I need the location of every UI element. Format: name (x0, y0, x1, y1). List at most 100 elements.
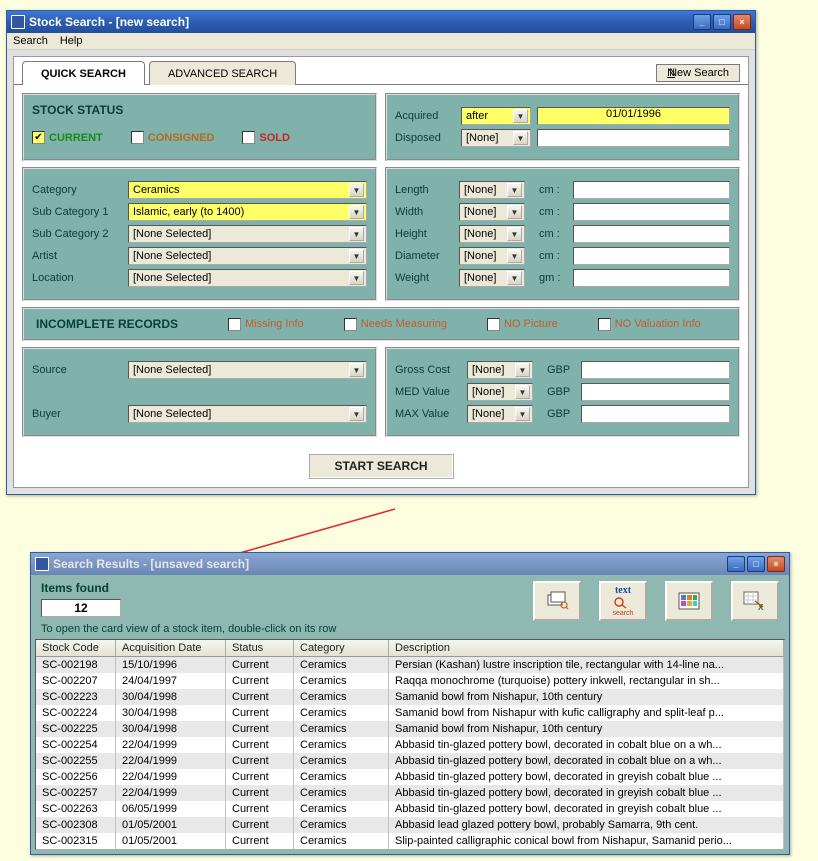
table-row[interactable]: SC-00225522/04/1999CurrentCeramicsAbbasi… (36, 753, 784, 769)
menu-help[interactable]: Help (60, 35, 83, 47)
sold-checkbox[interactable] (242, 131, 255, 144)
stock-search-window: Stock Search - [new search] _ □ × Search… (6, 10, 756, 495)
chevron-down-icon[interactable]: ▼ (507, 205, 522, 219)
location-combo[interactable]: [None Selected]▼ (128, 269, 367, 287)
results-titlebar[interactable]: Search Results - [unsaved search] _ □ × (31, 553, 789, 575)
table-row[interactable]: SC-00230801/05/2001CurrentCeramicsAbbasi… (36, 817, 784, 833)
cell-category: Ceramics (294, 737, 389, 753)
col-stock-code[interactable]: Stock Code (36, 640, 116, 656)
gross-cost-combo[interactable]: [None]▼ (467, 361, 533, 379)
table-row[interactable]: SC-00222330/04/1998CurrentCeramicsSamani… (36, 689, 784, 705)
col-status[interactable]: Status (226, 640, 294, 656)
max-value-combo[interactable]: [None]▼ (467, 405, 533, 423)
tab-quick-search[interactable]: QUICK SEARCH (22, 61, 145, 85)
needs-measuring-checkbox[interactable] (344, 318, 357, 331)
subcat2-combo[interactable]: [None Selected]▼ (128, 225, 367, 243)
results-grid[interactable]: Stock Code Acquisition Date Status Categ… (35, 639, 785, 850)
chevron-down-icon[interactable]: ▼ (507, 183, 522, 197)
buyer-combo[interactable]: [None Selected]▼ (128, 405, 367, 423)
table-row[interactable]: SC-00225422/04/1999CurrentCeramicsAbbasi… (36, 737, 784, 753)
height-input[interactable] (573, 225, 730, 243)
med-value-combo[interactable]: [None]▼ (467, 383, 533, 401)
height-combo[interactable]: [None]▼ (459, 225, 525, 243)
no-valuation-checkbox[interactable] (598, 318, 611, 331)
consigned-checkbox[interactable] (131, 131, 144, 144)
new-search-button[interactable]: NNew Search (656, 64, 740, 82)
table-row[interactable]: SC-00226306/05/1999CurrentCeramicsAbbasi… (36, 801, 784, 817)
cell-status: Current (226, 689, 294, 705)
chevron-down-icon[interactable]: ▼ (349, 205, 364, 219)
length-combo[interactable]: [None]▼ (459, 181, 525, 199)
col-category[interactable]: Category (294, 640, 389, 656)
grid-icon (677, 591, 701, 611)
acquired-mode-combo[interactable]: after▼ (461, 107, 531, 125)
missing-info-checkbox[interactable] (228, 318, 241, 331)
tool-text-search-button[interactable]: text search (599, 581, 647, 621)
start-search-button[interactable]: START SEARCH (308, 453, 453, 479)
length-input[interactable] (573, 181, 730, 199)
cell-description: Samanid bowl from Nishapur with kufic ca… (389, 705, 784, 721)
disposed-mode-combo[interactable]: [None]▼ (461, 129, 531, 147)
col-description[interactable]: Description (389, 640, 784, 656)
results-maximize-button[interactable]: □ (747, 556, 765, 572)
table-row[interactable]: SC-00225722/04/1999CurrentCeramicsAbbasi… (36, 785, 784, 801)
maximize-button[interactable]: □ (713, 14, 731, 30)
subcat1-combo[interactable]: Islamic, early (to 1400)▼ (128, 203, 367, 221)
cell-date: 22/04/1999 (116, 737, 226, 753)
diameter-combo[interactable]: [None]▼ (459, 247, 525, 265)
width-combo[interactable]: [None]▼ (459, 203, 525, 221)
length-label: Length (395, 184, 453, 196)
cell-code: SC-002308 (36, 817, 116, 833)
chevron-down-icon[interactable]: ▼ (349, 407, 364, 421)
chevron-down-icon[interactable]: ▼ (349, 271, 364, 285)
table-row[interactable]: SC-00225622/04/1999CurrentCeramicsAbbasi… (36, 769, 784, 785)
chevron-down-icon[interactable]: ▼ (349, 183, 364, 197)
tool-export-excel-button[interactable]: X (731, 581, 779, 621)
table-row[interactable]: SC-00220724/04/1997CurrentCeramicsRaqqa … (36, 673, 784, 689)
diameter-label: Diameter (395, 250, 453, 262)
max-value-input[interactable] (581, 405, 730, 423)
chevron-down-icon[interactable]: ▼ (349, 363, 364, 377)
col-acquisition-date[interactable]: Acquisition Date (116, 640, 226, 656)
menu-search[interactable]: Search (13, 35, 48, 47)
results-minimize-button[interactable]: _ (727, 556, 745, 572)
diameter-input[interactable] (573, 247, 730, 265)
consigned-label: CONSIGNED (148, 132, 215, 144)
tab-advanced-search[interactable]: ADVANCED SEARCH (149, 61, 296, 85)
cell-category: Ceramics (294, 753, 389, 769)
chevron-down-icon[interactable]: ▼ (349, 227, 364, 241)
acquired-date-input[interactable]: 01/01/1996 (537, 107, 730, 125)
results-close-button[interactable]: × (767, 556, 785, 572)
source-combo[interactable]: [None Selected]▼ (128, 361, 367, 379)
chevron-down-icon[interactable]: ▼ (515, 407, 530, 421)
no-picture-checkbox[interactable] (487, 318, 500, 331)
close-button[interactable]: × (733, 14, 751, 30)
category-combo[interactable]: Ceramics▼ (128, 181, 367, 199)
table-row[interactable]: SC-00231501/05/2001CurrentCeramicsSlip-p… (36, 833, 784, 849)
gross-cost-input[interactable] (581, 361, 730, 379)
tool-cards-button[interactable] (533, 581, 581, 621)
search-titlebar[interactable]: Stock Search - [new search] _ □ × (7, 11, 755, 33)
chevron-down-icon[interactable]: ▼ (513, 131, 528, 145)
minimize-button[interactable]: _ (693, 14, 711, 30)
disposed-date-input[interactable] (537, 129, 730, 147)
cell-code: SC-002225 (36, 721, 116, 737)
table-row[interactable]: SC-00219815/10/1996CurrentCeramicsPersia… (36, 657, 784, 673)
chevron-down-icon[interactable]: ▼ (507, 227, 522, 241)
chevron-down-icon[interactable]: ▼ (513, 109, 528, 123)
chevron-down-icon[interactable]: ▼ (349, 249, 364, 263)
chevron-down-icon[interactable]: ▼ (515, 363, 530, 377)
weight-input[interactable] (573, 269, 730, 287)
current-checkbox[interactable]: ✔ (32, 131, 45, 144)
width-label: Width (395, 206, 453, 218)
tool-grid-button[interactable] (665, 581, 713, 621)
chevron-down-icon[interactable]: ▼ (507, 271, 522, 285)
table-row[interactable]: SC-00222430/04/1998CurrentCeramicsSamani… (36, 705, 784, 721)
width-input[interactable] (573, 203, 730, 221)
med-value-input[interactable] (581, 383, 730, 401)
artist-combo[interactable]: [None Selected]▼ (128, 247, 367, 265)
weight-combo[interactable]: [None]▼ (459, 269, 525, 287)
table-row[interactable]: SC-00222530/04/1998CurrentCeramicsSamani… (36, 721, 784, 737)
chevron-down-icon[interactable]: ▼ (515, 385, 530, 399)
chevron-down-icon[interactable]: ▼ (507, 249, 522, 263)
